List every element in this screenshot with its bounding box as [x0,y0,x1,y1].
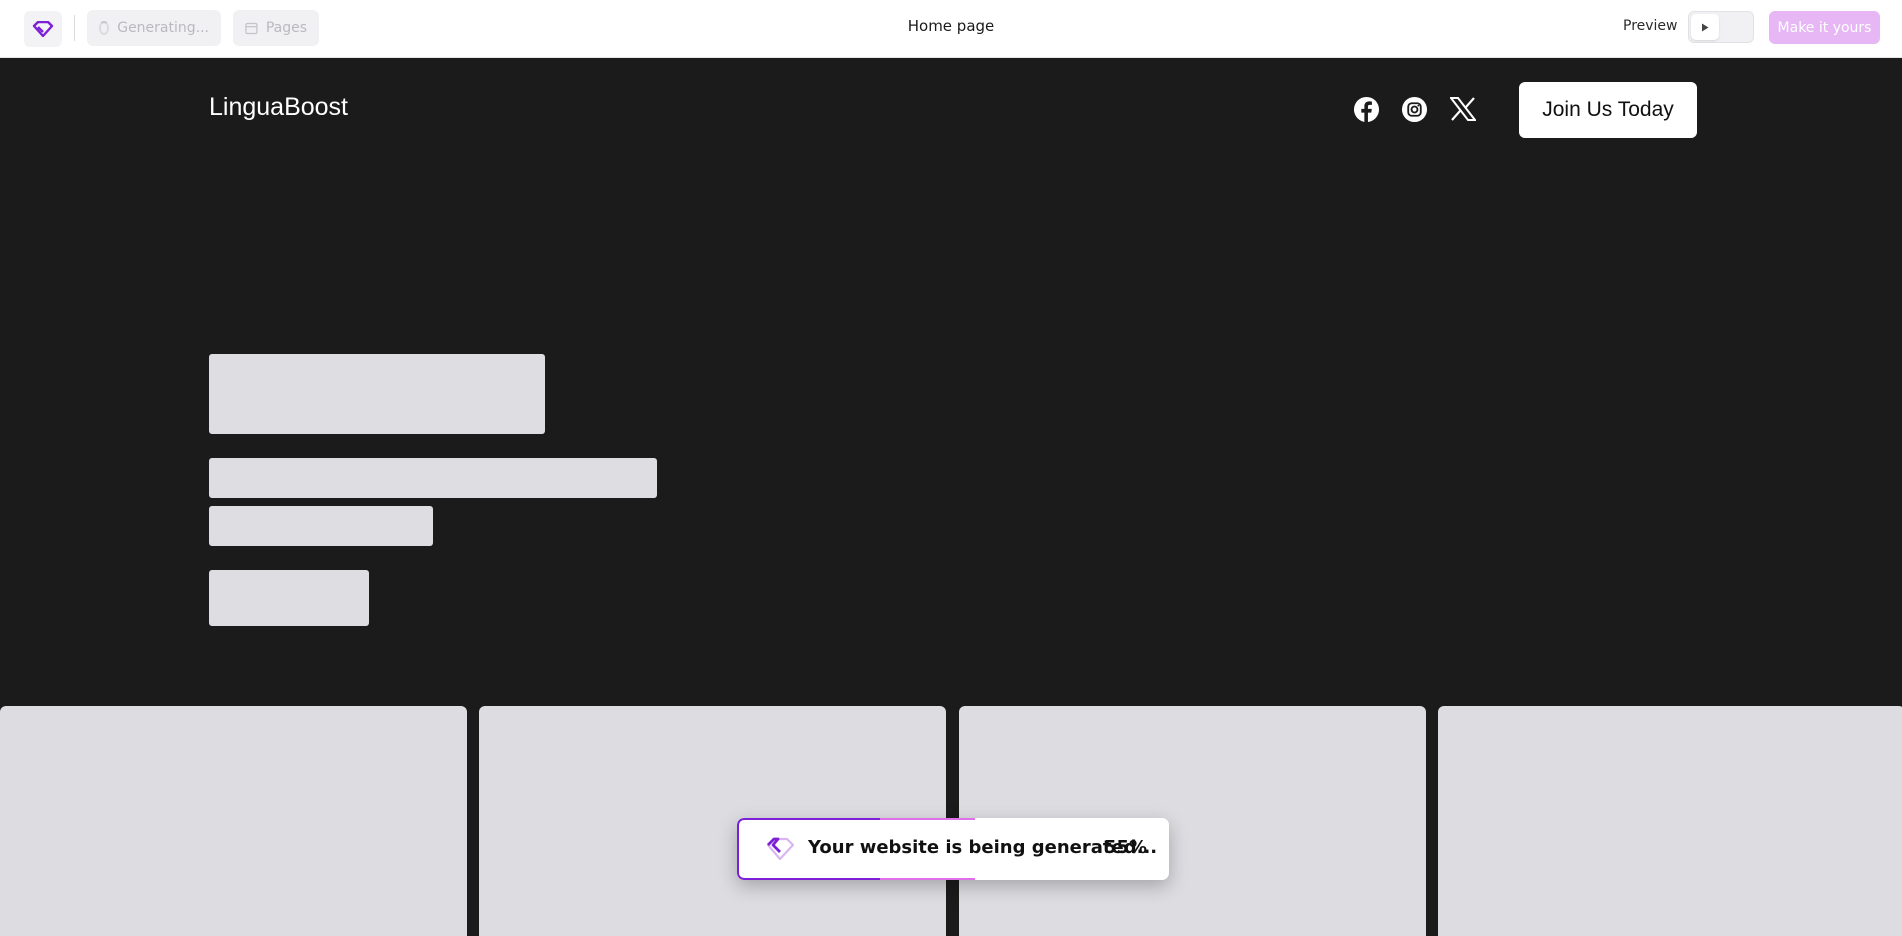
spinner-icon [99,21,110,35]
facebook-icon[interactable] [1352,95,1380,123]
toolbar-divider [74,15,75,41]
instagram-icon[interactable] [1400,95,1428,123]
card-skeleton [1438,706,1902,936]
generation-progress-toast: Your website is being generated... 55% [737,818,1169,880]
generating-button[interactable]: Generating... [87,10,221,46]
current-page-title[interactable]: Home page [908,17,995,35]
pages-button[interactable]: Pages [233,10,319,46]
editor-toolbar: Generating... Pages Home page Preview Ma… [0,0,1902,58]
hero-text-skeleton [209,506,433,546]
site-brand[interactable]: LinguaBoost [209,93,348,122]
join-us-today-button[interactable]: Join Us Today [1519,82,1697,138]
preview-toggle[interactable] [1688,11,1754,43]
preview-label: Preview [1623,18,1678,34]
hero-title-skeleton [209,354,545,434]
make-it-yours-button[interactable]: Make it yours [1769,11,1880,44]
pages-icon [245,22,258,34]
site-header: LinguaBoost Join Us Today [0,58,1902,168]
pages-label: Pages [265,20,307,36]
diamond-logo-icon [32,21,54,37]
generating-label: Generating... [117,20,209,36]
x-twitter-icon[interactable] [1449,95,1477,123]
diamond-logo-icon [766,837,795,861]
card-skeleton [0,706,467,936]
hero-button-skeleton [209,570,369,626]
app-logo-button[interactable] [24,11,62,47]
toggle-knob [1691,14,1719,40]
hero-text-skeleton [209,458,657,498]
play-icon [1702,23,1709,31]
toast-progress-percent: 55% [1104,837,1148,858]
